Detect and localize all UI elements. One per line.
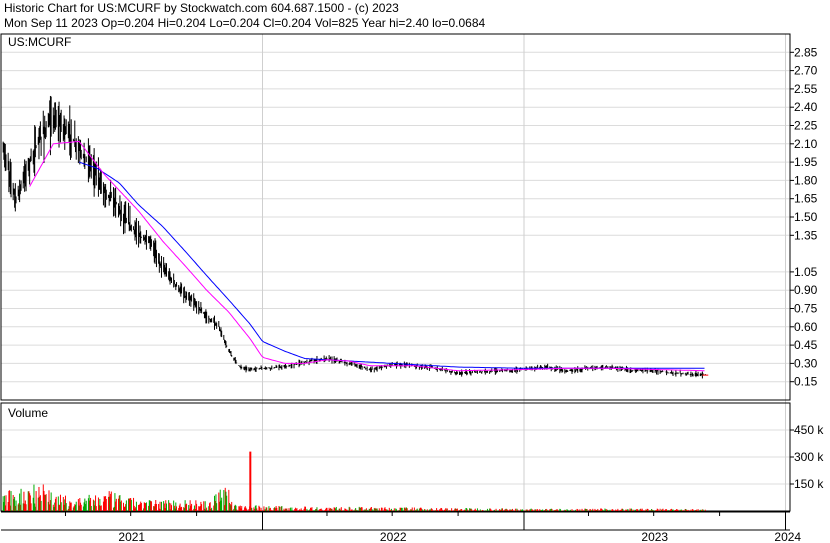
price-tick-label: 2.40 [794,100,818,114]
volume-axis-ticks: 450 k 300 k 150 k [790,423,824,491]
price-panel-label: US:MCURF [8,35,71,49]
price-tick-label: 2.25 [794,119,818,133]
price-tick-label: 1.65 [794,192,818,206]
stock-chart: US:MCURF Volume 2.85 2.70 2.55 2.40 2.25 2.10… [0,33,824,543]
ma-short-line [29,140,705,372]
price-tick-label: 2.70 [794,64,818,78]
x-tick-label: 2024 [774,530,801,543]
price-tick-label: 2.55 [794,82,818,96]
x-axis-ticks: 2021 2022 2023 2024 [64,512,801,543]
price-tick-label: 1.05 [794,265,818,279]
x-tick-label: 2021 [118,530,145,543]
price-tick-label: 0.60 [794,320,818,334]
price-tick-label: 0.30 [794,356,818,370]
price-axis-ticks: 2.85 2.70 2.55 2.40 2.25 2.10 1.95 1.80 1.65 1.50… [790,45,818,389]
price-tick-label: 1.80 [794,173,818,187]
price-tick-label: 0.45 [794,338,818,352]
price-tick-label: 1.35 [794,228,818,242]
ma-long-line [78,161,705,369]
volume-tick-label: 300 k [794,450,824,464]
volume-tick-label: 150 k [794,477,824,491]
volume-tick-label: 450 k [794,423,824,437]
price-bars [2,95,706,379]
grid-lines [1,34,790,511]
price-tick-label: 0.90 [794,283,818,297]
x-tick-label: 2023 [641,530,668,543]
price-tick-label: 1.50 [794,210,818,224]
x-tick-label: 2022 [380,530,407,543]
volume-panel-label: Volume [8,406,48,420]
price-tick-label: 0.75 [794,302,818,316]
volume-bars [2,451,706,511]
price-tick-label: 0.15 [794,375,818,389]
price-tick-label: 2.85 [794,45,818,59]
price-tick-label: 2.10 [794,137,818,151]
price-tick-label: 1.95 [794,155,818,169]
